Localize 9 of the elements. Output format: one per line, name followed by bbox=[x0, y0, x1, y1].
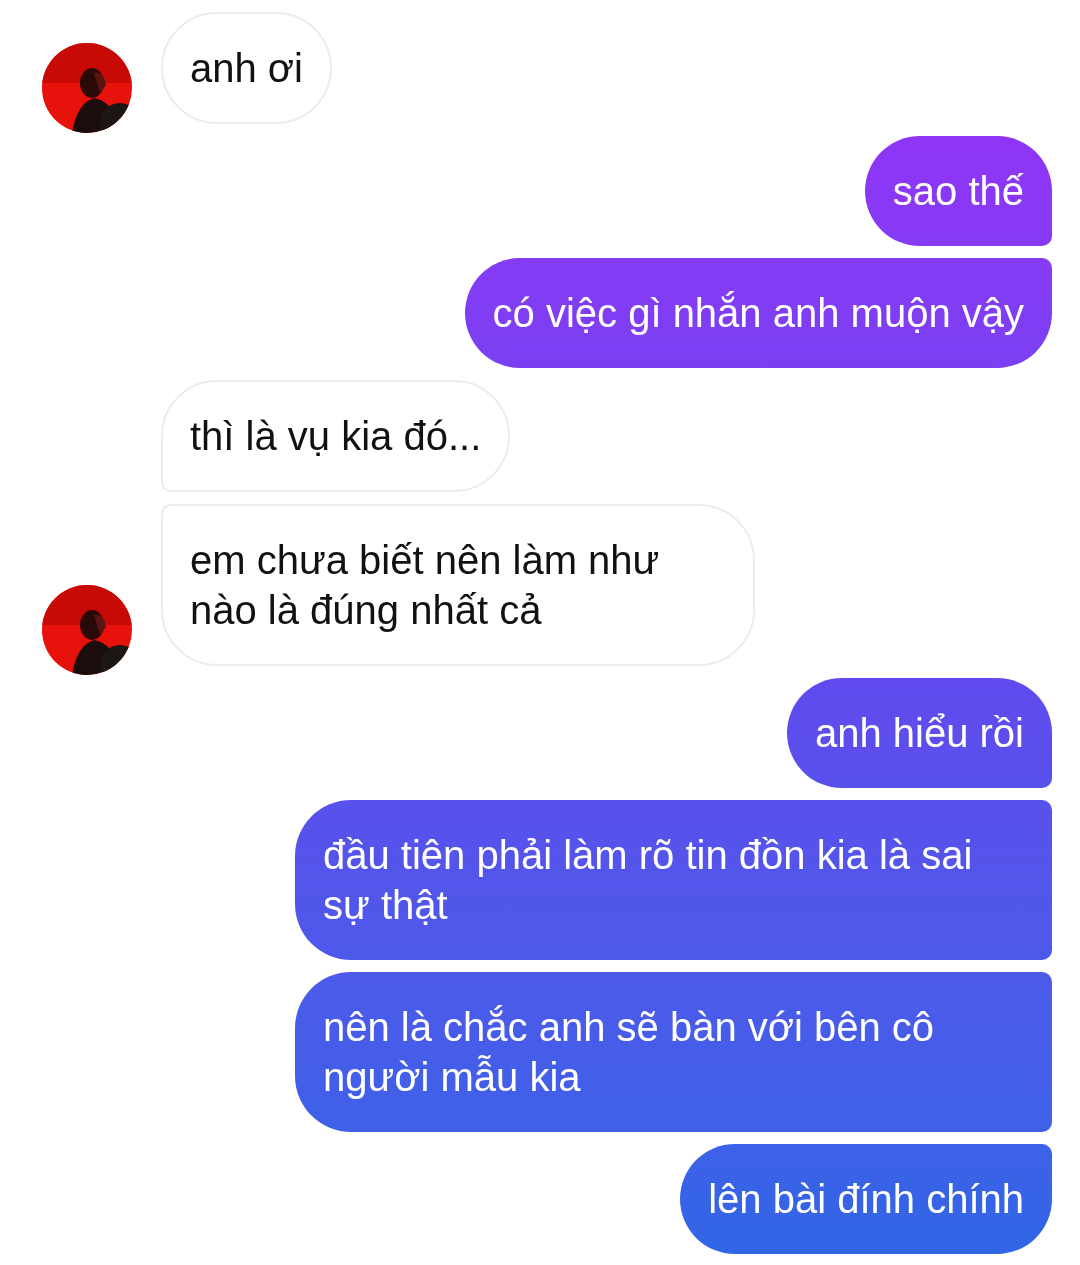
received-message: em chưa biết nên làm như nào là đúng nhất cả bbox=[161, 504, 755, 666]
received-message: thì là vụ kia đó... bbox=[161, 380, 511, 492]
sent-message: lên bài đính chính bbox=[680, 1144, 1052, 1254]
sent-message: anh hiểu rồi bbox=[786, 678, 1052, 788]
sent-message: sao thế bbox=[864, 136, 1052, 246]
sent-message: có việc gì nhắn anh muộn vậy bbox=[464, 258, 1052, 368]
sent-message: đầu tiên phải làm rõ tin đồn kia là sai sự thật bbox=[295, 800, 1052, 960]
sent-message: nên là chắc anh sẽ bàn với bên cô người mẫu kia bbox=[295, 972, 1052, 1132]
received-message: anh ơi bbox=[161, 12, 332, 124]
